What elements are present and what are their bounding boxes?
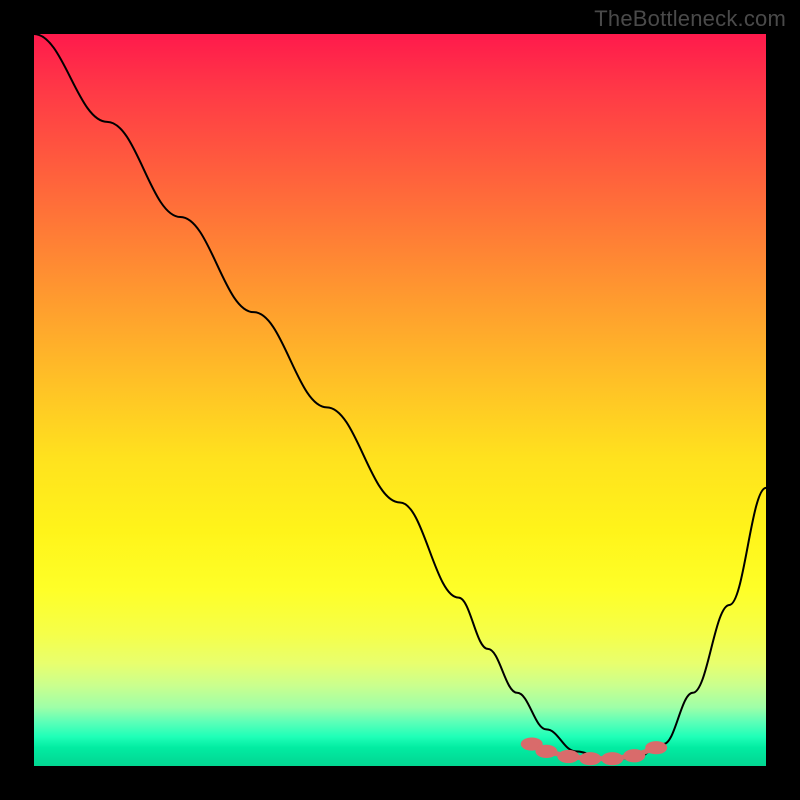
watermark-text: TheBottleneck.com (594, 6, 786, 32)
bottleneck-curve-path (34, 34, 766, 759)
curve-svg (34, 34, 766, 766)
optimal-marker (623, 749, 645, 762)
optimal-marker (557, 750, 579, 763)
chart-frame: TheBottleneck.com (0, 0, 800, 800)
plot-area (34, 34, 766, 766)
optimal-marker (601, 752, 623, 765)
optimal-marker (645, 741, 667, 754)
optimal-marker (535, 745, 557, 758)
optimal-region-markers (521, 737, 667, 765)
optimal-marker (579, 752, 601, 765)
